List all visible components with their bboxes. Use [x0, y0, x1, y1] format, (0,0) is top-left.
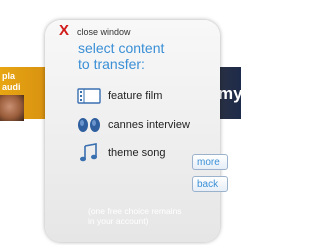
- film-strip-icon: [76, 86, 102, 106]
- background-left-text: pla audi: [2, 71, 21, 93]
- close-icon[interactable]: X: [59, 23, 69, 39]
- screen: pla audi my X close window select conten…: [0, 0, 241, 245]
- more-button[interactable]: more: [192, 154, 228, 170]
- background-face-thumbnail: [0, 95, 24, 121]
- free-choice-note: (one free choice remains in your account…: [88, 206, 182, 226]
- background-right-text: my: [218, 84, 241, 103]
- music-note-icon: [76, 143, 102, 163]
- dialog-title: select content to transfer:: [78, 40, 208, 72]
- content-option-label: cannes interview: [108, 119, 190, 131]
- content-option-label: feature film: [108, 90, 163, 102]
- dialog-title-line2: to transfer:: [78, 56, 145, 72]
- background-left-line1: pla: [2, 71, 16, 81]
- content-option-label: theme song: [108, 147, 166, 159]
- interview-speakers-icon: [76, 115, 102, 135]
- close-window-link[interactable]: close window: [77, 27, 131, 37]
- content-option-theme-song[interactable]: theme song: [76, 143, 165, 163]
- back-button[interactable]: back: [192, 176, 228, 192]
- background-left-line2: audi: [2, 82, 21, 92]
- dialog-title-line1: select content: [78, 40, 165, 56]
- content-option-cannes-interview[interactable]: cannes interview: [76, 115, 190, 135]
- content-option-feature-film[interactable]: feature film: [76, 86, 162, 106]
